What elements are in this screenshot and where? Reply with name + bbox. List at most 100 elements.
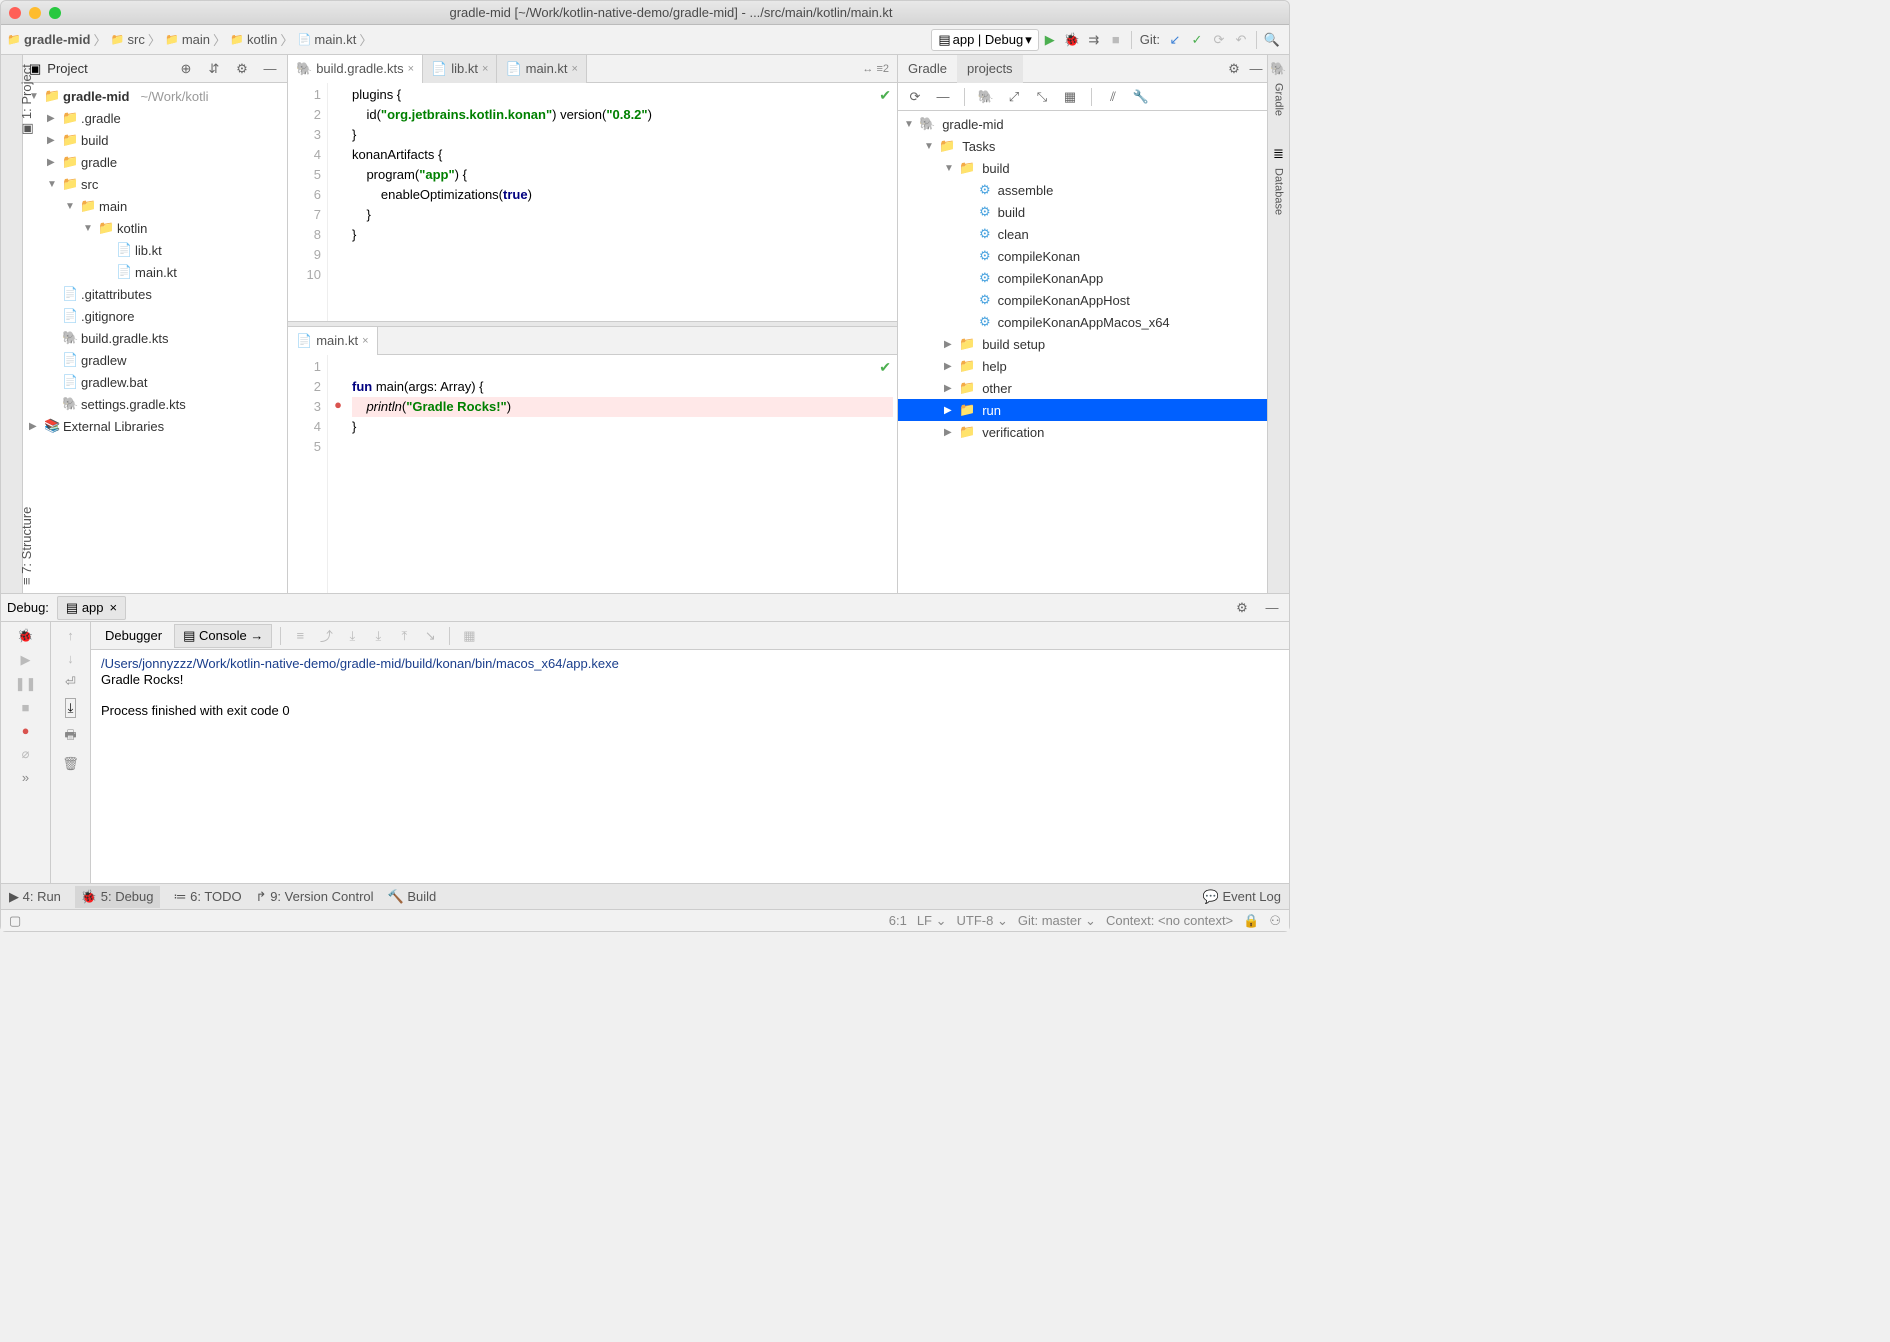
project-tree[interactable]: ▼📁gradle-mid~/Work/kotli▶📁.gradle▶📁build…: [23, 83, 287, 593]
git-update-icon[interactable]: ↙: [1164, 29, 1186, 51]
gradle-tree-node[interactable]: ▶📁other: [898, 377, 1267, 399]
close-icon[interactable]: ×: [572, 63, 578, 75]
scope-icon[interactable]: ⊕: [175, 58, 197, 80]
gradle-tree-node[interactable]: ⚙compileKonan: [898, 245, 1267, 267]
gradle-tree-node[interactable]: ⚙clean: [898, 223, 1267, 245]
wrap-icon[interactable]: ⏎: [65, 674, 76, 690]
tree-node[interactable]: 📄gradlew.bat: [23, 371, 287, 393]
git-revert-icon[interactable]: ↶: [1230, 29, 1252, 51]
offline-icon[interactable]: ⫽: [1102, 86, 1124, 108]
tree-node[interactable]: ▶📁.gradle: [23, 107, 287, 129]
refresh-icon[interactable]: ⟳: [904, 86, 926, 108]
step-out-icon[interactable]: ⤓: [341, 625, 363, 647]
gradle-tree[interactable]: ▼🐘gradle-mid▼📁Tasks▼📁build⚙assemble⚙buil…: [898, 111, 1267, 593]
tree-node[interactable]: 🐘settings.gradle.kts: [23, 393, 287, 415]
gradle-icon[interactable]: 🐘: [975, 86, 997, 108]
breadcrumb-item[interactable]: 📁main〉: [165, 30, 226, 49]
collapse-icon[interactable]: ⇵: [203, 58, 225, 80]
tree-node[interactable]: 📄.gitignore: [23, 305, 287, 327]
gear-icon[interactable]: ⚙: [1223, 58, 1245, 80]
step-icon[interactable]: ⤓: [367, 625, 389, 647]
resume-icon[interactable]: ▶: [21, 652, 31, 668]
pause-icon[interactable]: ❚❚: [15, 676, 37, 692]
tree-node[interactable]: 🐘build.gradle.kts: [23, 327, 287, 349]
scroll-icon[interactable]: ⤓: [65, 698, 77, 718]
stop-icon[interactable]: ■: [22, 700, 30, 715]
encoding[interactable]: UTF-8 ⌄: [957, 913, 1008, 929]
debugger-subtab[interactable]: Debugger: [97, 625, 170, 646]
close-icon[interactable]: ×: [408, 63, 414, 75]
gradle-tree-node[interactable]: ⚙compileKonanAppMacos_x64: [898, 311, 1267, 333]
split-indicator[interactable]: ↔ ≡2: [862, 63, 897, 75]
gradle-tree-node[interactable]: ▼📁build: [898, 157, 1267, 179]
trash-icon[interactable]: 🗑: [62, 756, 79, 772]
tree-node[interactable]: ▼📁main: [23, 195, 287, 217]
tree-node[interactable]: ▼📁src: [23, 173, 287, 195]
close-window-icon[interactable]: [9, 7, 21, 19]
gradle-tree-node[interactable]: ▶📁build setup: [898, 333, 1267, 355]
gradle-tool-tab[interactable]: Gradle: [1273, 83, 1285, 116]
breakpoints-icon[interactable]: ●: [22, 723, 30, 738]
breadcrumb-item[interactable]: 📁gradle-mid〉: [7, 30, 106, 49]
expand-icon[interactable]: ⤢: [1003, 86, 1025, 108]
tree-node[interactable]: ▼📁kotlin: [23, 217, 287, 239]
project-tool-tab[interactable]: ▣ 1: Project: [19, 64, 35, 135]
close-icon[interactable]: ×: [482, 63, 488, 75]
gradle-tree-node[interactable]: ▶📁run: [898, 399, 1267, 421]
database-icon[interactable]: ≣: [1273, 146, 1284, 162]
zoom-window-icon[interactable]: [49, 7, 61, 19]
breadcrumb-item[interactable]: 📁src〉: [110, 30, 160, 49]
minimize-window-icon[interactable]: [29, 7, 41, 19]
run-to-cursor-icon[interactable]: ↘: [419, 625, 441, 647]
editor-tab[interactable]: 📄lib.kt×: [423, 55, 497, 83]
run-button[interactable]: ▶: [1039, 29, 1061, 51]
remove-icon[interactable]: —: [932, 86, 954, 108]
gradle-tree-node[interactable]: ⚙build: [898, 201, 1267, 223]
tree-node[interactable]: 📄gradlew: [23, 349, 287, 371]
debug-button[interactable]: 🐞: [1061, 29, 1083, 51]
editor-tab[interactable]: 🐘build.gradle.kts×: [288, 55, 423, 83]
tree-node[interactable]: ▼📁gradle-mid~/Work/kotli: [23, 85, 287, 107]
run-tool-tab[interactable]: ▶ 4: Run: [9, 889, 61, 905]
git-branch[interactable]: Git: master ⌄: [1018, 913, 1096, 929]
gradle-tree-node[interactable]: ⚙compileKonanApp: [898, 267, 1267, 289]
git-commit-icon[interactable]: ✓: [1186, 29, 1208, 51]
tree-node[interactable]: 📄lib.kt: [23, 239, 287, 261]
bug-icon[interactable]: 🐞: [17, 628, 33, 644]
context[interactable]: Context: <no context>: [1106, 913, 1233, 929]
hide-icon[interactable]: —: [1245, 58, 1267, 80]
hide-icon[interactable]: —: [259, 58, 281, 80]
code-editor-1[interactable]: 12345678910 plugins { id("org.jetbrains.…: [288, 83, 897, 321]
status-icon[interactable]: ▢: [9, 913, 21, 929]
console-subtab[interactable]: ▤ Console →: [174, 624, 272, 648]
vcs-tool-tab[interactable]: ↱ 9: Version Control: [256, 889, 374, 905]
print-icon[interactable]: 🖶: [64, 726, 76, 748]
gradle-projects-tab[interactable]: projects: [957, 55, 1023, 83]
down-icon[interactable]: ↓: [67, 651, 74, 666]
gear-icon[interactable]: ⚙: [231, 58, 253, 80]
editor-tab[interactable]: 📄main.kt×: [497, 55, 587, 83]
tree-node[interactable]: 📄.gitattributes: [23, 283, 287, 305]
up-icon[interactable]: ↑: [67, 628, 74, 643]
stop-button[interactable]: ■: [1105, 29, 1127, 51]
mute-bp-icon[interactable]: ⌀: [22, 746, 30, 762]
console-output[interactable]: /Users/jonnyzzz/Work/kotlin-native-demo/…: [91, 650, 1289, 883]
git-history-icon[interactable]: ⟳: [1208, 29, 1230, 51]
breadcrumb-item[interactable]: 📄main.kt〉: [297, 30, 372, 49]
gear-icon[interactable]: ⚙: [1231, 597, 1253, 619]
debug-session-tab[interactable]: ▤ app×: [57, 596, 126, 620]
gradle-tree-node[interactable]: ▼📁Tasks: [898, 135, 1267, 157]
coverage-button[interactable]: ⇉: [1083, 29, 1105, 51]
event-log-tab[interactable]: 💬 Event Log: [1203, 889, 1281, 905]
gradle-tree-node[interactable]: ▶📁help: [898, 355, 1267, 377]
hide-icon[interactable]: —: [1261, 597, 1283, 619]
run-config-selector[interactable]: ▤ app | Debug ▾: [931, 29, 1038, 51]
evaluate-icon[interactable]: ▦: [458, 625, 480, 647]
close-icon[interactable]: ×: [362, 335, 368, 347]
gradle-tree-node[interactable]: ⚙compileKonanAppHost: [898, 289, 1267, 311]
collapse-icon[interactable]: ⤡: [1031, 86, 1053, 108]
gradle-tree-node[interactable]: ⚙assemble: [898, 179, 1267, 201]
step-into-icon[interactable]: ⤴: [315, 625, 337, 647]
database-tool-tab[interactable]: Database: [1273, 168, 1285, 215]
structure-tool-tab[interactable]: ≡ 7: Structure: [19, 507, 34, 585]
